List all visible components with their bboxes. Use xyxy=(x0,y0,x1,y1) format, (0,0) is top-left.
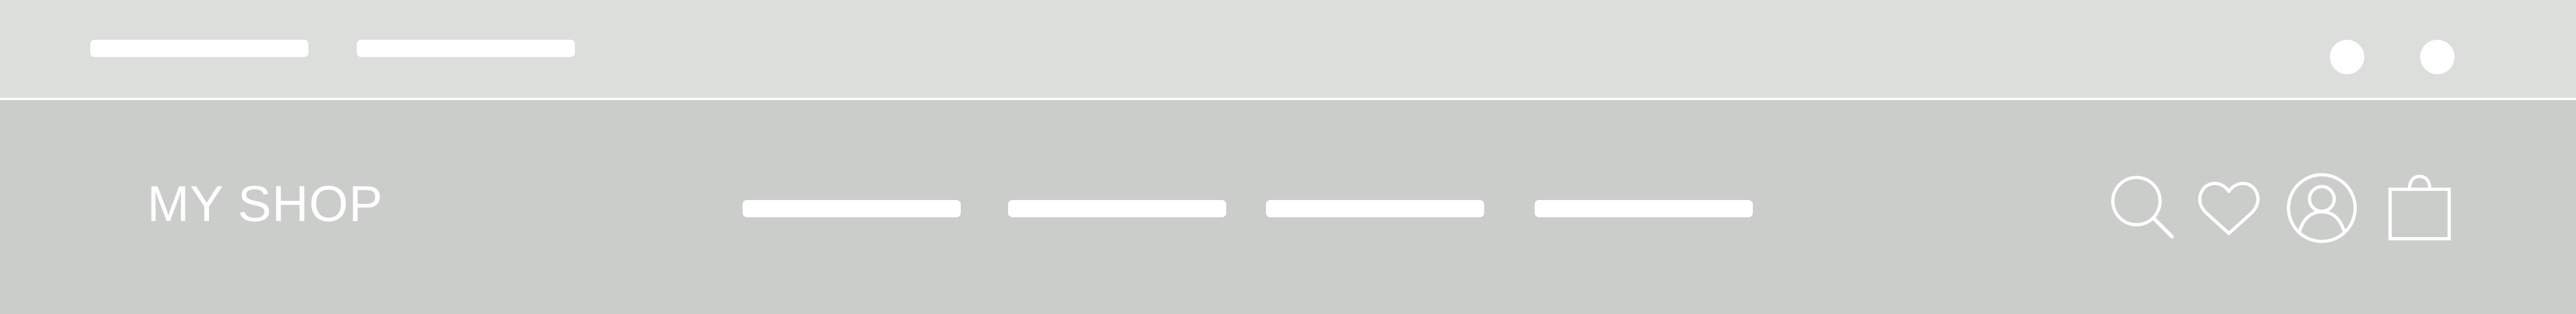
top-action-1[interactable] xyxy=(2330,40,2364,74)
nav-item-1[interactable] xyxy=(743,200,961,217)
top-action-2[interactable] xyxy=(2420,40,2455,74)
shopping-bag-icon[interactable] xyxy=(2386,171,2453,242)
top-link-2[interactable] xyxy=(357,40,575,57)
nav-item-2[interactable] xyxy=(1008,200,1226,217)
nav-item-4[interactable] xyxy=(1535,200,1753,217)
search-icon[interactable] xyxy=(2109,173,2178,243)
top-bar xyxy=(0,0,2576,98)
logo[interactable]: MY SHOP xyxy=(147,179,383,229)
heart-icon[interactable] xyxy=(2196,177,2262,237)
user-icon[interactable] xyxy=(2286,172,2358,244)
top-link-1[interactable] xyxy=(90,40,308,57)
nav-item-3[interactable] xyxy=(1266,200,1484,217)
